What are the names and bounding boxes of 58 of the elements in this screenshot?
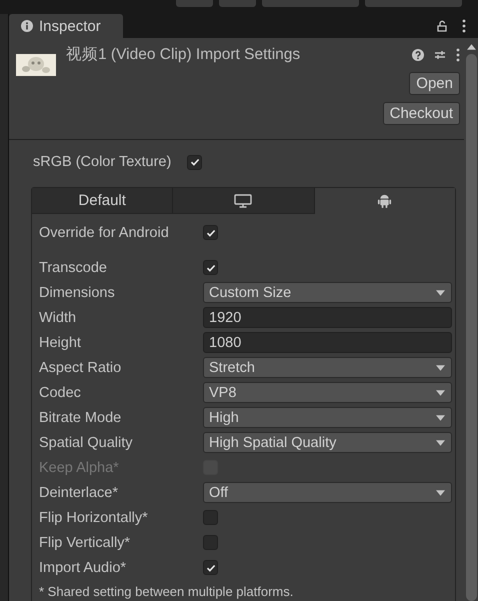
open-button[interactable]: Open: [409, 72, 460, 95]
setting-label: Spatial Quality: [39, 434, 134, 450]
caret-icon: [436, 390, 445, 396]
sliders-icon[interactable]: [434, 48, 446, 60]
caret-icon: [436, 290, 445, 296]
platform-tab[interactable]: [173, 188, 315, 214]
scrollbar-thumb[interactable]: [466, 54, 476, 601]
dropdown[interactable]: High: [203, 407, 452, 428]
check-icon: [206, 262, 216, 272]
checkbox[interactable]: [203, 225, 218, 240]
caret-icon: [436, 490, 445, 496]
caret-icon: [436, 440, 445, 446]
setting-label: Keep Alpha*: [39, 460, 120, 476]
setting-label: Width: [39, 310, 78, 326]
scroll-up-icon[interactable]: [466, 44, 476, 50]
checkbox[interactable]: [187, 154, 202, 170]
more-icon[interactable]: [456, 48, 460, 62]
setting-label: Override for Android: [39, 224, 170, 240]
setting-label: Transcode: [39, 260, 108, 276]
caret-icon: [436, 364, 445, 370]
platform-tab[interactable]: Default: [32, 188, 174, 214]
setting-label: Flip Vertically*: [39, 534, 132, 550]
setting-label: Height: [39, 334, 82, 350]
checkbox[interactable]: [203, 510, 218, 525]
dropdown[interactable]: High Spatial Quality: [203, 432, 452, 453]
setting-label: Deinterlace*: [39, 484, 119, 500]
monitor-icon: [234, 194, 252, 208]
platform-tab[interactable]: [314, 188, 455, 214]
check-icon: [206, 228, 216, 238]
lock-icon[interactable]: [436, 20, 448, 32]
dropdown[interactable]: VP8: [203, 382, 452, 403]
info-icon: [21, 20, 33, 32]
setting-label: Import Audio*: [39, 560, 128, 576]
dropdown[interactable]: Stretch: [203, 357, 452, 378]
setting-label: Codec: [39, 384, 82, 400]
more-icon[interactable]: [462, 19, 466, 33]
help-icon[interactable]: [412, 48, 424, 60]
setting-label: Dimensions: [39, 284, 116, 300]
window-title: Inspector: [39, 18, 101, 34]
dropdown[interactable]: Custom Size: [203, 282, 452, 303]
checkbox[interactable]: [203, 535, 218, 550]
import-settings-title: 视频1 (Video Clip) Import Settings: [66, 45, 300, 65]
footnote: * Shared setting between multiple platforms.: [39, 584, 294, 599]
checkbox[interactable]: [203, 260, 218, 275]
input-field[interactable]: 1080: [203, 332, 452, 353]
setting-label: Flip Horizontally*: [39, 510, 149, 526]
input-field[interactable]: 1920: [203, 307, 452, 328]
checkout-button[interactable]: Checkout: [382, 102, 460, 125]
android-icon: [377, 192, 392, 208]
check-icon: [190, 157, 200, 167]
checkbox[interactable]: [203, 560, 218, 575]
caret-icon: [436, 414, 445, 420]
setting-label: Bitrate Mode: [39, 410, 122, 426]
inspector-tab[interactable]: Inspector: [9, 14, 123, 38]
check-icon: [206, 562, 216, 572]
setting-label: Aspect Ratio: [39, 360, 122, 376]
setting-label: sRGB (Color Texture): [33, 154, 172, 170]
dropdown[interactable]: Off: [203, 482, 452, 503]
